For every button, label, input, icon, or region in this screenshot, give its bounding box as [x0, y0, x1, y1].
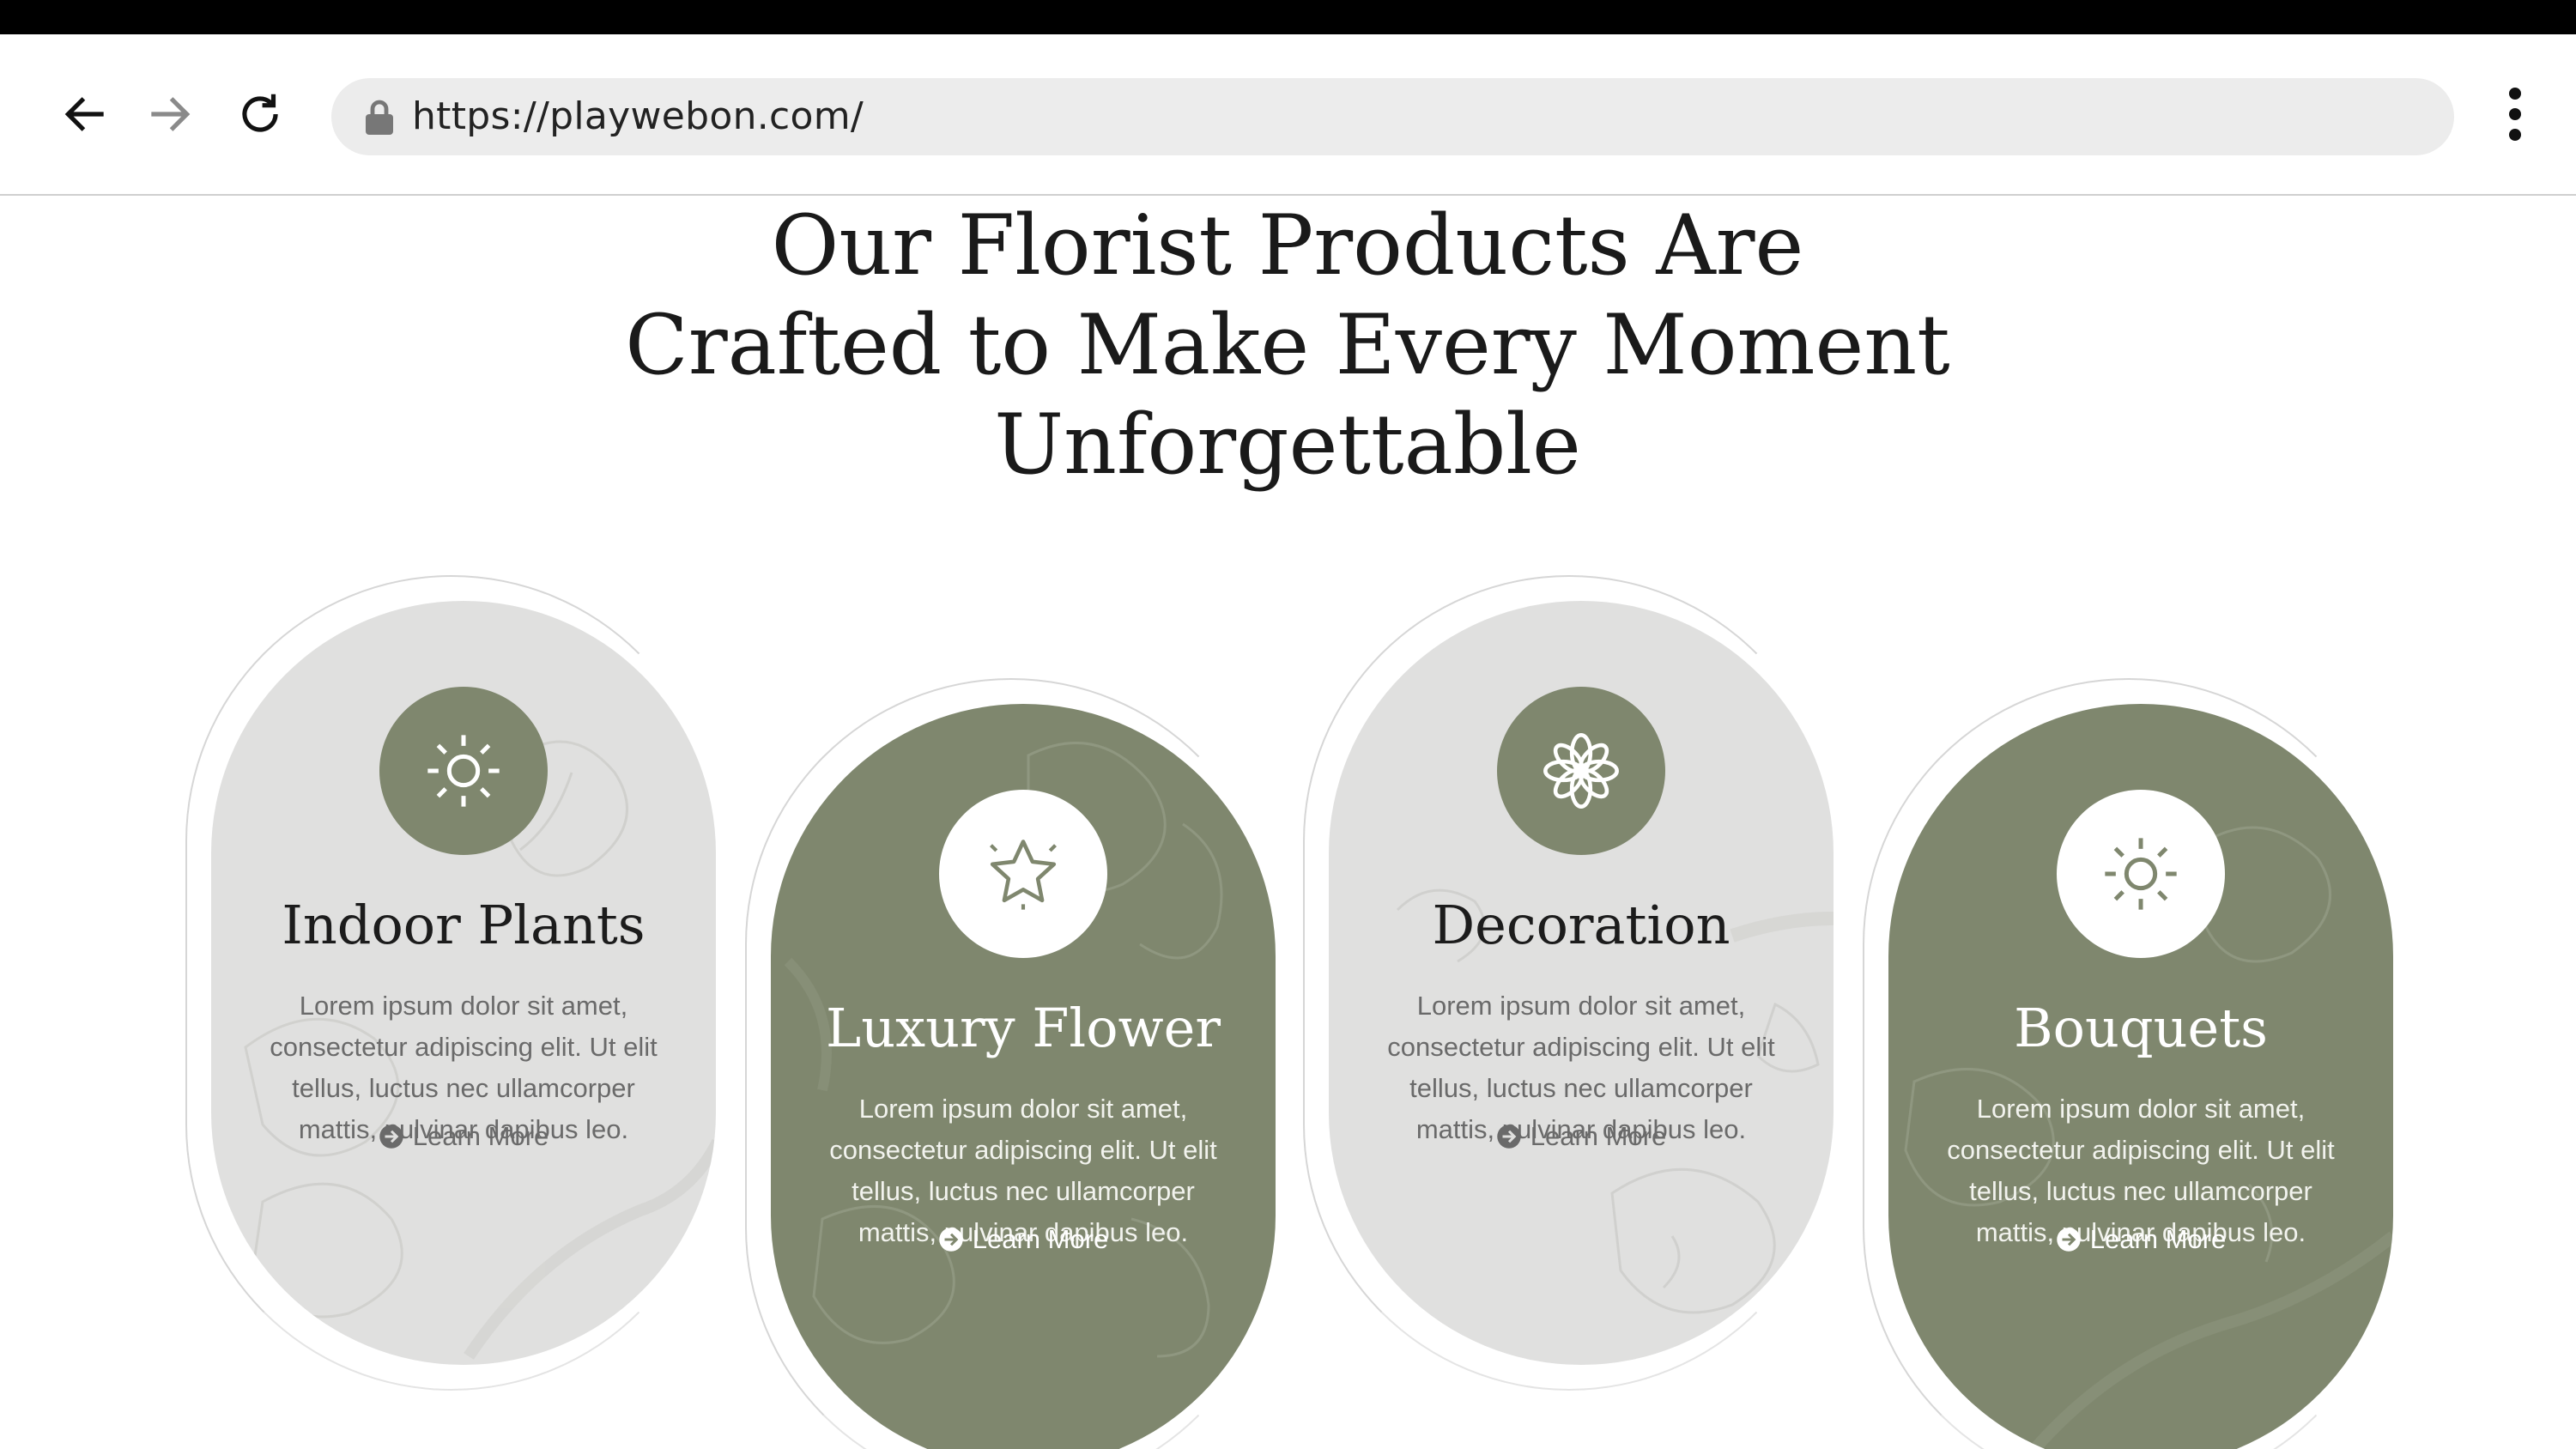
arrow-circle-right-icon	[938, 1228, 963, 1252]
url-text: https://playwebon.com/	[412, 94, 864, 138]
more-vert-icon	[2509, 88, 2521, 141]
menu-button[interactable]	[2489, 76, 2541, 153]
learn-more-label: Learn More	[972, 1224, 1109, 1254]
card-icon-badge	[939, 790, 1107, 958]
learn-more-link[interactable]: Learn More	[211, 1116, 716, 1157]
top-black-bar	[0, 0, 2576, 34]
page-content: Our Florist Products Are Crafted to Make…	[0, 196, 2576, 1449]
sun-icon	[2105, 838, 2177, 910]
card-title: Luxury Flower	[826, 997, 1221, 1059]
forward-arrow-icon	[151, 97, 191, 131]
back-arrow-icon	[64, 97, 104, 131]
card-pill: Bouquets Lorem ipsum dolor sit amet, con…	[1888, 704, 2393, 1449]
learn-more-label: Learn More	[2089, 1224, 2227, 1254]
arrow-circle-right-icon	[379, 1125, 403, 1149]
learn-more-label: Learn More	[1530, 1121, 1667, 1151]
section-headline: Our Florist Products Are Crafted to Make…	[625, 197, 1950, 493]
learn-more-link[interactable]: Learn More	[771, 1219, 1276, 1260]
card-title: Indoor Plants	[282, 894, 646, 956]
address-bar[interactable]: https://playwebon.com/	[331, 78, 2454, 155]
forward-button[interactable]	[130, 76, 208, 153]
card-pill: Luxury Flower Lorem ipsum dolor sit amet…	[771, 704, 1276, 1449]
card-icon-badge	[2057, 790, 2225, 958]
arrow-circle-right-icon	[1496, 1125, 1521, 1149]
star-icon	[990, 840, 1057, 910]
card-icon-badge	[379, 687, 548, 855]
sun-icon	[427, 735, 500, 807]
lock-icon	[366, 100, 393, 135]
reload-icon	[242, 94, 278, 132]
learn-more-link[interactable]: Learn More	[1329, 1116, 1834, 1157]
learn-more-label: Learn More	[412, 1121, 549, 1151]
browser-toolbar: https://playwebon.com/	[0, 34, 2576, 196]
reload-button[interactable]	[221, 76, 299, 153]
card-pill: Decoration Lorem ipsum dolor sit amet, c…	[1329, 601, 1834, 1365]
card-title: Bouquets	[2014, 997, 2268, 1059]
arrow-circle-right-icon	[2056, 1228, 2081, 1252]
card-icon-badge	[1497, 687, 1665, 855]
learn-more-link[interactable]: Learn More	[1888, 1219, 2393, 1260]
card-title: Decoration	[1432, 894, 1730, 956]
back-button[interactable]	[47, 76, 124, 153]
lotus-icon	[1543, 733, 1619, 809]
card-pill: Indoor Plants Lorem ipsum dolor sit amet…	[211, 601, 716, 1365]
